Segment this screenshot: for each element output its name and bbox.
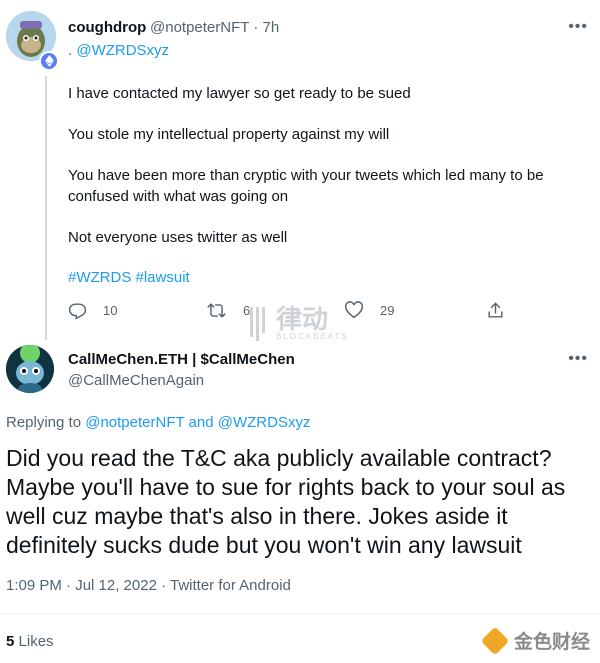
mention-link[interactable]: @WZRDSxyz xyxy=(76,42,169,59)
share-button[interactable] xyxy=(486,301,505,320)
jinse-logo-icon xyxy=(480,626,510,655)
like-count: 29 xyxy=(380,302,395,318)
replying-to-line: Replying to @notpeterNFT and @WZRDSxyz xyxy=(6,414,310,431)
watermark-logo-icon xyxy=(250,306,270,341)
reply-count: 10 xyxy=(103,303,118,318)
likes-count: 5 xyxy=(6,633,15,650)
mention-link[interactable]: @WZRDSxyz xyxy=(218,414,311,431)
logo-text: 金色财经 xyxy=(513,632,590,653)
author-name[interactable]: coughdrop xyxy=(68,19,146,36)
reply-prefix: . xyxy=(68,42,73,59)
ethereum-badge-icon xyxy=(39,51,59,71)
avatar-callmechen[interactable] xyxy=(6,345,54,393)
replying-and: and xyxy=(188,414,214,431)
hashtags[interactable]: #WZRDS #lawsuit xyxy=(68,269,190,286)
watermark-subtext: BLOCKBEATS xyxy=(276,332,349,341)
tweet-text: Did you read the T&C aka publicly availa… xyxy=(6,445,566,558)
author-handle-and-time: @notpeterNFT · 7h xyxy=(150,19,279,36)
reply-mention-line: . @WZRDSxyz xyxy=(68,42,169,59)
author-handle[interactable]: @notpeterNFT xyxy=(150,19,249,36)
tweet-paragraph-3: You have been more than cryptic with you… xyxy=(68,167,544,205)
tweet-paragraph-2: You stole my intellectual property again… xyxy=(68,126,390,143)
more-icon[interactable]: ••• xyxy=(568,18,588,36)
thread-connector-line xyxy=(45,76,47,340)
retweet-icon xyxy=(207,303,226,318)
reply-icon xyxy=(68,303,87,320)
retweet-button[interactable]: 6 xyxy=(206,301,250,320)
author-name[interactable]: CallMeChen.ETH | $CallMeChen xyxy=(68,351,295,368)
tweet-paragraph-1: I have contacted my lawyer so get ready … xyxy=(68,85,411,102)
reply-button[interactable]: 10 xyxy=(68,301,117,320)
share-icon xyxy=(488,302,503,318)
divider xyxy=(0,613,600,614)
blockbeats-watermark: 律动 BLOCKBEATS xyxy=(250,306,349,341)
tweet-paragraph-4: Not everyone uses twitter as well xyxy=(68,229,288,246)
more-icon[interactable]: ••• xyxy=(568,350,588,368)
mention-link[interactable]: @notpeterNFT xyxy=(85,414,184,431)
author-handle[interactable]: @CallMeChenAgain xyxy=(68,372,204,389)
watermark-text: 律动 xyxy=(276,304,329,334)
likes-summary[interactable]: 5 Likes xyxy=(6,633,54,650)
likes-label: Likes xyxy=(18,633,54,650)
jinse-logo: 金色财经 xyxy=(480,626,590,655)
tweet-timestamp[interactable]: 1:09 PM · Jul 12, 2022 · Twitter for And… xyxy=(6,577,291,594)
like-button[interactable]: 29 xyxy=(344,301,394,319)
replying-label: Replying to xyxy=(6,414,82,431)
tweet-time[interactable]: · 7h xyxy=(253,19,279,36)
